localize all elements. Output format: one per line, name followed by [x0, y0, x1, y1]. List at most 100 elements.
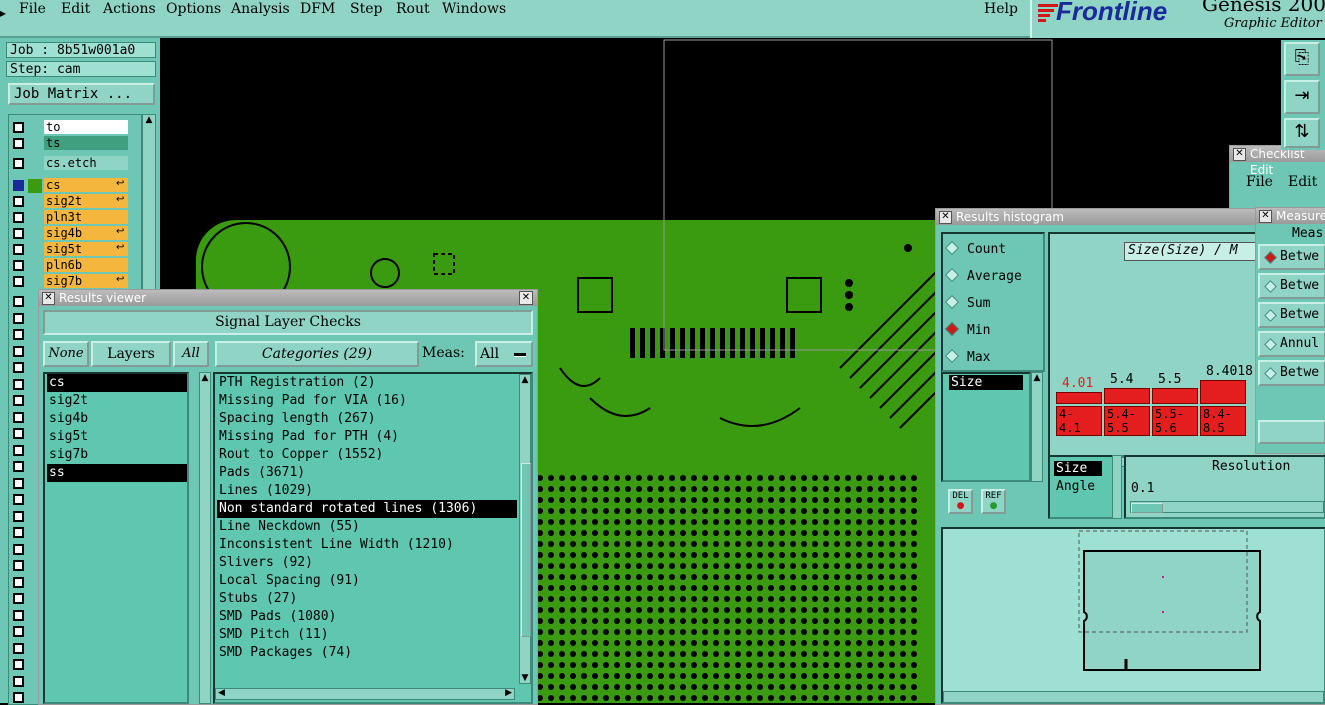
result-layer-item[interactable]: sig5t [47, 428, 187, 446]
empty-layer-checkbox[interactable] [13, 692, 24, 703]
menu-dfm[interactable]: DFM [300, 1, 335, 17]
measure-option[interactable]: Betwe [1258, 302, 1325, 328]
checklist-menu-edit[interactable]: Edit [1288, 174, 1317, 190]
measure-option[interactable]: Betwe [1258, 244, 1325, 270]
category-item[interactable]: Stubs (27) [217, 590, 517, 608]
result-layer-item[interactable]: ss [47, 464, 187, 482]
hist-item-size[interactable]: Size [949, 375, 1023, 390]
category-item[interactable]: Slivers (92) [217, 554, 517, 572]
category-item[interactable]: PTH Registration (2) [217, 374, 517, 392]
tool-export-icon[interactable]: ⎘ [1284, 42, 1320, 76]
stat-option-count[interactable]: Count [944, 238, 1006, 258]
empty-layer-checkbox[interactable] [13, 675, 24, 687]
layer-name-cs-etch[interactable]: cs.etch [44, 156, 128, 170]
category-item[interactable]: SMD Pitch (11) [217, 626, 517, 644]
category-item[interactable]: Pads (3671) [217, 464, 517, 482]
layer-name-pln3t[interactable]: pln3t [44, 210, 128, 224]
menu-actions[interactable]: Actions [103, 1, 156, 17]
empty-layer-checkbox[interactable] [13, 593, 24, 604]
empty-layer-checkbox[interactable] [13, 411, 24, 423]
layer-name-ts[interactable]: ts [44, 136, 128, 150]
checklist-menu-file[interactable]: File [1246, 174, 1273, 190]
empty-layer-checkbox[interactable] [13, 642, 24, 654]
layer-results-list[interactable]: cs sig2t sig4b sig5t sig7b ss [43, 372, 189, 704]
menu-step[interactable]: Step [350, 1, 382, 17]
empty-layer-checkbox[interactable] [13, 378, 24, 390]
del-button[interactable]: DEL ● [948, 489, 973, 514]
empty-layer-checkbox[interactable] [13, 659, 24, 670]
layer-checkbox[interactable] [13, 228, 24, 239]
empty-layer-checkbox[interactable] [13, 312, 24, 324]
category-item[interactable]: SMD Packages (74) [217, 644, 517, 662]
all-button[interactable]: All [173, 341, 209, 367]
category-item[interactable]: Inconsistent Line Width (1210) [217, 536, 517, 554]
measure-action-button[interactable] [1258, 420, 1325, 444]
layer-color-swatch[interactable] [28, 179, 42, 193]
menu-file[interactable]: File [19, 1, 46, 17]
layer-name-pln6b[interactable]: pln6b [44, 258, 128, 272]
menu-analysis[interactable]: Analysis [231, 1, 290, 17]
resolution-slider-thumb[interactable] [1131, 503, 1163, 513]
window-menu-icon[interactable]: ✕ [1233, 148, 1246, 161]
histogram-bar[interactable] [1056, 392, 1102, 404]
layer-checkbox[interactable] [13, 260, 24, 271]
meas-dropdown[interactable]: All [475, 341, 533, 367]
empty-layer-checkbox[interactable] [13, 428, 24, 439]
category-item[interactable]: Rout to Copper (1552) [217, 446, 517, 464]
stat-option-max[interactable]: Max [944, 346, 990, 366]
menu-help[interactable]: Help [984, 1, 1018, 17]
resolution-slider[interactable] [1130, 501, 1324, 513]
category-item[interactable]: Spacing length (267) [217, 410, 517, 428]
window-menu-icon[interactable]: ✕ [939, 211, 952, 224]
empty-layer-checkbox[interactable] [13, 345, 24, 357]
layers-button[interactable]: Layers [91, 341, 171, 367]
layer-checkbox[interactable] [13, 276, 24, 287]
empty-layer-checkbox[interactable] [13, 560, 24, 571]
layer-name-to[interactable]: to [44, 120, 128, 134]
categories-hscrollbar[interactable]: ◀ ▶ [215, 688, 515, 700]
empty-layer-checkbox[interactable] [13, 510, 24, 522]
window-menu-icon[interactable]: ✕ [42, 292, 55, 305]
menu-windows[interactable]: Windows [442, 1, 506, 17]
empty-layer-checkbox[interactable] [13, 461, 24, 472]
empty-layer-checkbox[interactable] [13, 362, 24, 373]
empty-layer-checkbox[interactable] [13, 296, 24, 307]
tool-import-icon[interactable]: ⇥ [1284, 80, 1320, 114]
categories-list[interactable]: PTH Registration (2) Missing Pad for VIA … [213, 372, 533, 704]
category-item[interactable]: Line Neckdown (55) [217, 518, 517, 536]
attribute-list[interactable]: Size Angle [1048, 455, 1114, 519]
tool-move-icon[interactable]: ⇅ [1284, 118, 1320, 148]
window-menu-icon[interactable]: ✕ [1259, 210, 1272, 223]
measure-option[interactable]: Betwe [1258, 360, 1325, 386]
categories-button[interactable]: Categories (29) [215, 341, 419, 367]
categories-scroll-thumb[interactable] [521, 463, 531, 637]
measure-option[interactable]: Annul [1258, 331, 1325, 357]
histogram-bar[interactable] [1152, 388, 1198, 404]
layer-checkbox[interactable] [13, 212, 24, 223]
result-layer-item[interactable]: sig4b [47, 410, 187, 428]
empty-layer-checkbox[interactable] [13, 543, 24, 555]
close-icon[interactable]: ✕ [519, 291, 533, 305]
attr-angle[interactable]: Angle [1054, 479, 1102, 494]
menu-options[interactable]: Options [166, 1, 221, 17]
layer-checkbox[interactable] [13, 122, 24, 133]
category-item[interactable]: Missing Pad for VIA (16) [217, 392, 517, 410]
category-item[interactable]: Missing Pad for PTH (4) [217, 428, 517, 446]
category-item[interactable]: Local Spacing (91) [217, 572, 517, 590]
layer-checkbox[interactable] [13, 180, 24, 191]
result-layer-item[interactable]: sig2t [47, 392, 187, 410]
none-button[interactable]: None [43, 341, 89, 367]
attr-size[interactable]: Size [1054, 461, 1102, 476]
layer-checkbox[interactable] [13, 244, 24, 255]
empty-layer-checkbox[interactable] [13, 395, 24, 406]
empty-layer-checkbox[interactable] [13, 609, 24, 621]
empty-layer-checkbox[interactable] [13, 626, 24, 637]
category-item[interactable]: Non standard rotated lines (1306) [217, 500, 517, 518]
ref-button[interactable]: REF ● [981, 489, 1006, 514]
categories-scrollbar[interactable]: ▲ ▼ [519, 374, 531, 684]
measure-option[interactable]: Betwe [1258, 273, 1325, 299]
empty-layer-checkbox[interactable] [13, 444, 24, 456]
stat-option-min[interactable]: Min [944, 319, 990, 339]
category-item[interactable]: SMD Pads (1080) [217, 608, 517, 626]
hist-list-scrollbar[interactable]: ▲ [1031, 372, 1043, 482]
